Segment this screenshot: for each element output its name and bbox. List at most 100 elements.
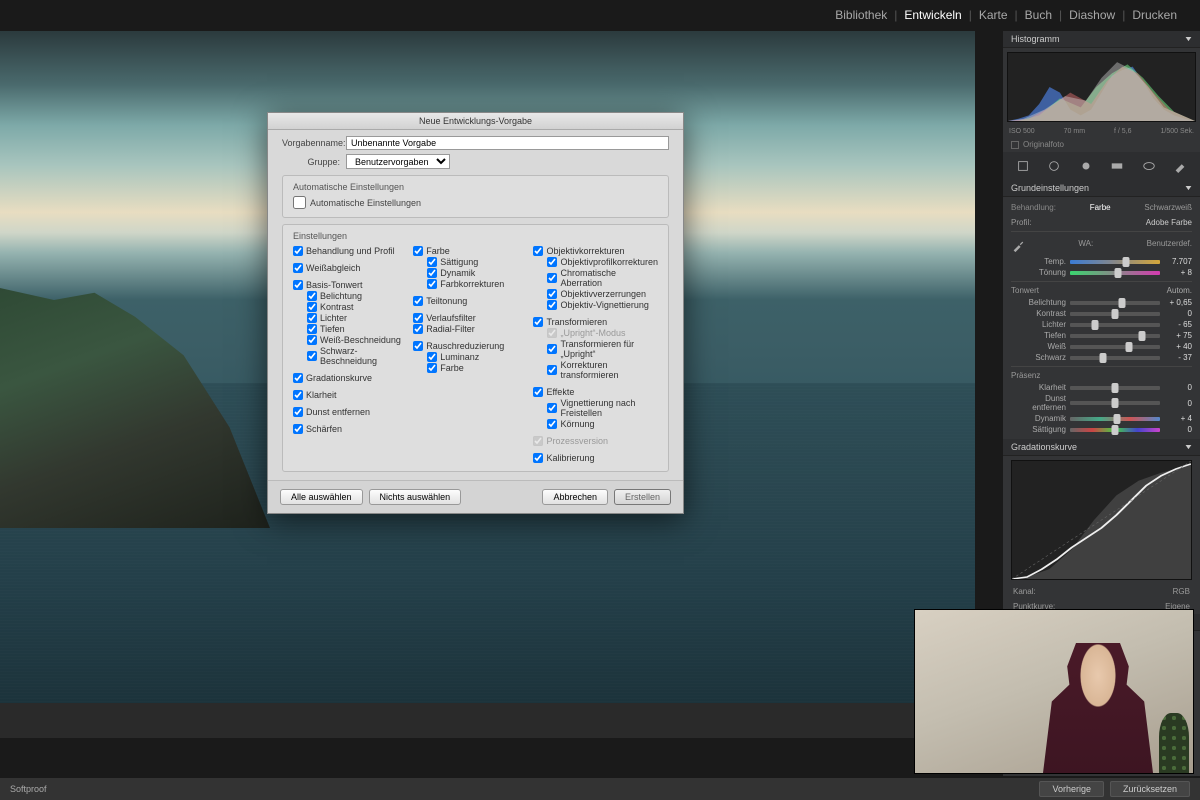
preset-opt-objektivverzerrungen[interactable]: Objektivverzerrungen bbox=[533, 288, 658, 299]
preset-opt-vignettierung-nach-freistellen[interactable]: Vignettierung nach Freistellen bbox=[533, 397, 658, 418]
gradient-tool-icon[interactable] bbox=[1108, 157, 1126, 175]
preset-opt-dunst-entfernen[interactable]: Dunst entfernen bbox=[293, 406, 403, 417]
histogram-title: Histogramm bbox=[1011, 34, 1060, 44]
preset-opt-behandlung-und-profil[interactable]: Behandlung und Profil bbox=[293, 245, 403, 256]
brush-tool-icon[interactable] bbox=[1171, 157, 1189, 175]
slider-Sättigung[interactable]: Sättigung0 bbox=[1011, 424, 1192, 435]
preset-opt-luminanz[interactable]: Luminanz bbox=[413, 351, 523, 362]
channel-value[interactable]: RGB bbox=[1173, 587, 1190, 596]
basic-panel-body: Behandlung: Farbe Schwarzweiß Profil: Ad… bbox=[1003, 197, 1200, 439]
slider-Temp.[interactable]: Temp.7.707 bbox=[1011, 256, 1192, 267]
slider-Kontrast[interactable]: Kontrast0 bbox=[1011, 308, 1192, 319]
slider-Dunst entfernen[interactable]: Dunst entfernen0 bbox=[1011, 393, 1192, 413]
slider-Weiß[interactable]: Weiß+ 40 bbox=[1011, 341, 1192, 352]
preset-name-input[interactable] bbox=[346, 136, 669, 150]
slider-Tönung[interactable]: Tönung+ 8 bbox=[1011, 267, 1192, 278]
slider-Lichter[interactable]: Lichter- 65 bbox=[1011, 319, 1192, 330]
slider-Schwarz[interactable]: Schwarz- 37 bbox=[1011, 352, 1192, 363]
nav-buch[interactable]: Buch bbox=[1020, 8, 1057, 22]
basic-header[interactable]: Grundeinstellungen▼ bbox=[1003, 180, 1200, 197]
auto-tone-button[interactable]: Autom. bbox=[1167, 286, 1192, 295]
preset-opt-schärfen[interactable]: Schärfen bbox=[293, 423, 403, 434]
preset-opt-kontrast[interactable]: Kontrast bbox=[293, 301, 403, 312]
nav-diashow[interactable]: Diashow bbox=[1064, 8, 1120, 22]
cancel-button[interactable]: Abbrechen bbox=[542, 489, 608, 505]
crop-tool-icon[interactable] bbox=[1014, 157, 1032, 175]
preset-opt-körnung[interactable]: Körnung bbox=[533, 418, 658, 429]
select-none-button[interactable]: Nichts auswählen bbox=[369, 489, 462, 505]
preset-opt-gradationskurve[interactable]: Gradationskurve bbox=[293, 372, 403, 383]
slider-Tiefen[interactable]: Tiefen+ 75 bbox=[1011, 330, 1192, 341]
auto-settings-checkbox[interactable]: Automatische Einstellungen bbox=[293, 196, 658, 209]
treatment-bw[interactable]: Schwarzweiß bbox=[1144, 203, 1192, 212]
create-button[interactable]: Erstellen bbox=[614, 489, 671, 505]
preset-opt-klarheit[interactable]: Klarheit bbox=[293, 389, 403, 400]
preset-opt-objektivprofilkorrekturen[interactable]: Objektivprofilkorrekturen bbox=[533, 256, 658, 267]
new-preset-dialog: Neue Entwicklungs-Vorgabe Vorgabenname: … bbox=[267, 112, 684, 514]
nav-drucken[interactable]: Drucken bbox=[1127, 8, 1182, 22]
profile-value[interactable]: Adobe Farbe bbox=[1146, 218, 1192, 227]
preset-opt-weiß-beschneidung[interactable]: Weiß-Beschneidung bbox=[293, 334, 403, 345]
histogram[interactable] bbox=[1007, 52, 1196, 122]
select-all-button[interactable]: Alle auswählen bbox=[280, 489, 363, 505]
preset-opt-chromatische-aberration[interactable]: Chromatische Aberration bbox=[533, 267, 658, 288]
preset-opt-radial-filter[interactable]: Radial-Filter bbox=[413, 323, 523, 334]
treatment-label: Behandlung: bbox=[1011, 203, 1056, 212]
preset-opt-rauschreduzierung[interactable]: Rauschreduzierung bbox=[413, 340, 523, 351]
local-tools-strip bbox=[1003, 152, 1200, 180]
preset-opt-objektivkorrekturen[interactable]: Objektivkorrekturen bbox=[533, 245, 658, 256]
reset-button[interactable]: Zurücksetzen bbox=[1110, 781, 1190, 797]
preset-opt-farbe[interactable]: Farbe bbox=[413, 245, 523, 256]
preset-opt-basis-tonwert[interactable]: Basis-Tonwert bbox=[293, 279, 403, 290]
settings-box: Einstellungen Behandlung und ProfilWeißa… bbox=[282, 224, 669, 472]
preset-opt-dynamik[interactable]: Dynamik bbox=[413, 267, 523, 278]
slider-Klarheit[interactable]: Klarheit0 bbox=[1011, 382, 1192, 393]
wb-value[interactable]: Benutzerdef. bbox=[1147, 239, 1192, 253]
nav-entwickeln[interactable]: Entwickeln bbox=[899, 8, 966, 22]
preset-group-select[interactable]: Benutzervorgaben bbox=[346, 154, 450, 169]
tonecurve-header[interactable]: Gradationskurve▼ bbox=[1003, 439, 1200, 456]
preset-opt-verlaufsfilter[interactable]: Verlaufsfilter bbox=[413, 312, 523, 323]
profile-label: Profil: bbox=[1011, 218, 1031, 227]
softproof-toggle[interactable]: Softproof bbox=[10, 784, 47, 794]
slider-Dynamik[interactable]: Dynamik+ 4 bbox=[1011, 413, 1192, 424]
channel-label: Kanal: bbox=[1013, 587, 1036, 596]
preset-opt-objektiv-vignettierung[interactable]: Objektiv-Vignettierung bbox=[533, 299, 658, 310]
slider-Belichtung[interactable]: Belichtung+ 0,65 bbox=[1011, 297, 1192, 308]
module-nav: Bibliothek|Entwickeln|Karte|Buch|Diashow… bbox=[830, 0, 1200, 30]
original-photo-toggle[interactable]: Originalfoto bbox=[1003, 137, 1200, 152]
preset-opt-kalibrierung[interactable]: Kalibrierung bbox=[533, 452, 658, 463]
eyedropper-icon[interactable] bbox=[1011, 239, 1025, 253]
treatment-color[interactable]: Farbe bbox=[1090, 203, 1111, 212]
collapse-icon: ▼ bbox=[1184, 185, 1194, 192]
filmstrip-area bbox=[0, 738, 975, 778]
dialog-title: Neue Entwicklungs-Vorgabe bbox=[268, 113, 683, 130]
preset-opt-tiefen[interactable]: Tiefen bbox=[293, 323, 403, 334]
preset-opt-weißabgleich[interactable]: Weißabgleich bbox=[293, 262, 403, 273]
spot-tool-icon[interactable] bbox=[1045, 157, 1063, 175]
preset-opt-farbe[interactable]: Farbe bbox=[413, 362, 523, 373]
auto-settings-box: Automatische Einstellungen Automatische … bbox=[282, 175, 669, 218]
preset-opt-lichter[interactable]: Lichter bbox=[293, 312, 403, 323]
collapse-icon: ▼ bbox=[1184, 444, 1194, 451]
preset-opt-transformieren[interactable]: Transformieren bbox=[533, 316, 658, 327]
tone-curve[interactable] bbox=[1011, 460, 1192, 580]
radial-tool-icon[interactable] bbox=[1140, 157, 1158, 175]
preset-opt-„upright“-modus: „Upright“-Modus bbox=[533, 327, 658, 338]
preset-opt-schwarz-beschneidung[interactable]: Schwarz-Beschneidung bbox=[293, 345, 403, 366]
preset-group-label: Gruppe: bbox=[282, 157, 346, 167]
webcam-overlay bbox=[914, 609, 1194, 774]
preset-opt-korrekturen-transformieren[interactable]: Korrekturen transformieren bbox=[533, 359, 658, 380]
preset-opt-teiltonung[interactable]: Teiltonung bbox=[413, 295, 523, 306]
preset-opt-sättigung[interactable]: Sättigung bbox=[413, 256, 523, 267]
preset-opt-belichtung[interactable]: Belichtung bbox=[293, 290, 403, 301]
nav-bibliothek[interactable]: Bibliothek bbox=[830, 8, 892, 22]
preset-opt-farbkorrekturen[interactable]: Farbkorrekturen bbox=[413, 278, 523, 289]
preset-name-label: Vorgabenname: bbox=[282, 138, 346, 148]
previous-button[interactable]: Vorherige bbox=[1039, 781, 1104, 797]
histogram-header[interactable]: Histogramm ▼ bbox=[1003, 31, 1200, 48]
preset-opt-transformieren-für-„upright“[interactable]: Transformieren für „Upright“ bbox=[533, 338, 658, 359]
nav-karte[interactable]: Karte bbox=[974, 8, 1013, 22]
redeye-tool-icon[interactable] bbox=[1077, 157, 1095, 175]
preset-opt-effekte[interactable]: Effekte bbox=[533, 386, 658, 397]
